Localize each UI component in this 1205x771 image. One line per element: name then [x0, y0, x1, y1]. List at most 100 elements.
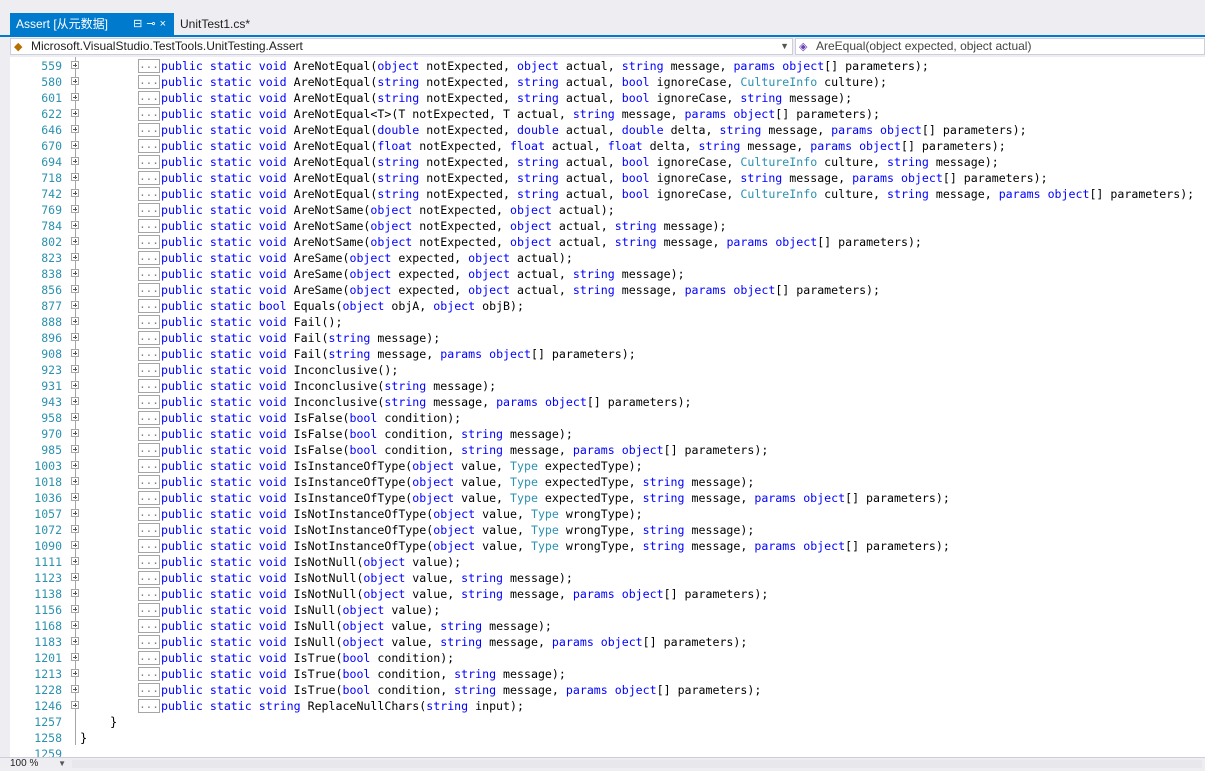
expand-plus-icon[interactable] — [71, 157, 79, 165]
expand-plus-icon[interactable] — [71, 349, 79, 357]
code-line[interactable]: 580... public static void AreNotEqual(str… — [10, 74, 1205, 90]
code-line[interactable]: 1003... public static void IsInstanceOfTy… — [10, 458, 1205, 474]
expand-plus-icon[interactable] — [71, 109, 79, 117]
expand-plus-icon[interactable] — [71, 701, 79, 709]
code-line[interactable]: 838... public static void AreSame(object … — [10, 266, 1205, 282]
collapsed-region-marker[interactable]: ... — [138, 91, 160, 105]
collapsed-region-marker[interactable]: ... — [138, 219, 160, 233]
collapsed-region-marker[interactable]: ... — [138, 491, 160, 505]
expand-plus-icon[interactable] — [71, 397, 79, 405]
code-line[interactable]: 877... public static bool Equals(object o… — [10, 298, 1205, 314]
expand-plus-icon[interactable] — [71, 557, 79, 565]
code-line[interactable]: 622... public static void AreNotEqual<T>(… — [10, 106, 1205, 122]
code-line[interactable]: 1201... public static void IsTrue(bool co… — [10, 650, 1205, 666]
collapsed-region-marker[interactable]: ... — [138, 443, 160, 457]
expand-plus-icon[interactable] — [71, 61, 79, 69]
expand-plus-icon[interactable] — [71, 685, 79, 693]
expand-plus-icon[interactable] — [71, 445, 79, 453]
expand-plus-icon[interactable] — [71, 125, 79, 133]
code-line[interactable]: 1072... public static void IsNotInstanceO… — [10, 522, 1205, 538]
collapsed-region-marker[interactable]: ... — [138, 587, 160, 601]
expand-plus-icon[interactable] — [71, 541, 79, 549]
expand-plus-icon[interactable] — [71, 413, 79, 421]
code-line[interactable]: 923... public static void Inconclusive(); — [10, 362, 1205, 378]
code-editor[interactable]: 559... public static void AreNotEqual(obj… — [10, 57, 1205, 757]
collapsed-region-marker[interactable]: ... — [138, 683, 160, 697]
collapsed-region-marker[interactable]: ... — [138, 411, 160, 425]
code-line[interactable]: 1138... public static void IsNotNull(obje… — [10, 586, 1205, 602]
expand-plus-icon[interactable] — [71, 173, 79, 181]
collapsed-region-marker[interactable]: ... — [138, 635, 160, 649]
code-line[interactable]: 784... public static void AreNotSame(obje… — [10, 218, 1205, 234]
collapsed-region-marker[interactable]: ... — [138, 459, 160, 473]
code-line[interactable]: 769... public static void AreNotSame(obje… — [10, 202, 1205, 218]
collapsed-region-marker[interactable]: ... — [138, 187, 160, 201]
zoom-dropdown[interactable]: 100 % ▼ — [10, 758, 68, 770]
expand-plus-icon[interactable] — [71, 637, 79, 645]
collapsed-region-marker[interactable]: ... — [138, 75, 160, 89]
code-line[interactable]: 559... public static void AreNotEqual(obj… — [10, 58, 1205, 74]
code-line[interactable]: 1156... public static void IsNull(object … — [10, 602, 1205, 618]
chevron-down-icon[interactable]: ▼ — [780, 39, 789, 54]
type-dropdown[interactable]: ◆ Microsoft.VisualStudio.TestTools.UnitT… — [10, 38, 793, 55]
code-line[interactable]: 1090... public static void IsNotInstanceO… — [10, 538, 1205, 554]
code-line[interactable]: 1246... public static string ReplaceNullC… — [10, 698, 1205, 714]
expand-plus-icon[interactable] — [71, 573, 79, 581]
expand-plus-icon[interactable] — [71, 461, 79, 469]
collapsed-region-marker[interactable]: ... — [138, 571, 160, 585]
collapsed-region-marker[interactable]: ... — [138, 555, 160, 569]
code-line[interactable]: 694... public static void AreNotEqual(str… — [10, 154, 1205, 170]
collapsed-region-marker[interactable]: ... — [138, 107, 160, 121]
collapsed-region-marker[interactable]: ... — [138, 379, 160, 393]
expand-plus-icon[interactable] — [71, 653, 79, 661]
code-line[interactable]: 958... public static void IsFalse(bool co… — [10, 410, 1205, 426]
expand-plus-icon[interactable] — [71, 493, 79, 501]
expand-plus-icon[interactable] — [71, 205, 79, 213]
expand-plus-icon[interactable] — [71, 589, 79, 597]
code-line[interactable]: 670... public static void AreNotEqual(flo… — [10, 138, 1205, 154]
expand-plus-icon[interactable] — [71, 269, 79, 277]
expand-plus-icon[interactable] — [71, 237, 79, 245]
expand-plus-icon[interactable] — [71, 189, 79, 197]
code-line[interactable]: 718... public static void AreNotEqual(str… — [10, 170, 1205, 186]
collapsed-region-marker[interactable]: ... — [138, 155, 160, 169]
code-line[interactable]: 943... public static void Inconclusive(st… — [10, 394, 1205, 410]
code-line[interactable]: 1228... public static void IsTrue(bool co… — [10, 682, 1205, 698]
code-line[interactable]: 601... public static void AreNotEqual(str… — [10, 90, 1205, 106]
code-line[interactable]: 931... public static void Inconclusive(st… — [10, 378, 1205, 394]
code-line[interactable]: 1257} — [10, 714, 1205, 730]
horizontal-scrollbar[interactable] — [72, 760, 1202, 768]
code-line[interactable]: 823... public static void AreSame(object … — [10, 250, 1205, 266]
code-line[interactable]: 1036... public static void IsInstanceOfTy… — [10, 490, 1205, 506]
expand-plus-icon[interactable] — [71, 477, 79, 485]
expand-plus-icon[interactable] — [71, 365, 79, 373]
collapsed-region-marker[interactable]: ... — [138, 395, 160, 409]
collapsed-region-marker[interactable]: ... — [138, 347, 160, 361]
collapsed-region-marker[interactable]: ... — [138, 651, 160, 665]
collapsed-region-marker[interactable]: ... — [138, 363, 160, 377]
expand-plus-icon[interactable] — [71, 525, 79, 533]
code-line[interactable]: 1123... public static void IsNotNull(obje… — [10, 570, 1205, 586]
expand-plus-icon[interactable] — [71, 605, 79, 613]
code-line[interactable]: 970... public static void IsFalse(bool co… — [10, 426, 1205, 442]
expand-plus-icon[interactable] — [71, 253, 79, 261]
collapsed-region-marker[interactable]: ... — [138, 139, 160, 153]
collapsed-region-marker[interactable]: ... — [138, 267, 160, 281]
collapsed-region-marker[interactable]: ... — [138, 283, 160, 297]
code-line[interactable]: 1168... public static void IsNull(object … — [10, 618, 1205, 634]
expand-plus-icon[interactable] — [71, 381, 79, 389]
expand-plus-icon[interactable] — [71, 301, 79, 309]
collapsed-region-marker[interactable]: ... — [138, 427, 160, 441]
code-line[interactable]: 1259 — [10, 746, 1205, 757]
collapsed-region-marker[interactable]: ... — [138, 299, 160, 313]
code-line[interactable]: 896... public static void Fail(string mes… — [10, 330, 1205, 346]
expand-plus-icon[interactable] — [71, 621, 79, 629]
collapsed-region-marker[interactable]: ... — [138, 619, 160, 633]
code-line[interactable]: 1183... public static void IsNull(object … — [10, 634, 1205, 650]
expand-plus-icon[interactable] — [71, 669, 79, 677]
collapsed-region-marker[interactable]: ... — [138, 59, 160, 73]
code-line[interactable]: 1258} — [10, 730, 1205, 746]
collapsed-region-marker[interactable]: ... — [138, 699, 160, 713]
expand-plus-icon[interactable] — [71, 77, 79, 85]
collapsed-region-marker[interactable]: ... — [138, 523, 160, 537]
